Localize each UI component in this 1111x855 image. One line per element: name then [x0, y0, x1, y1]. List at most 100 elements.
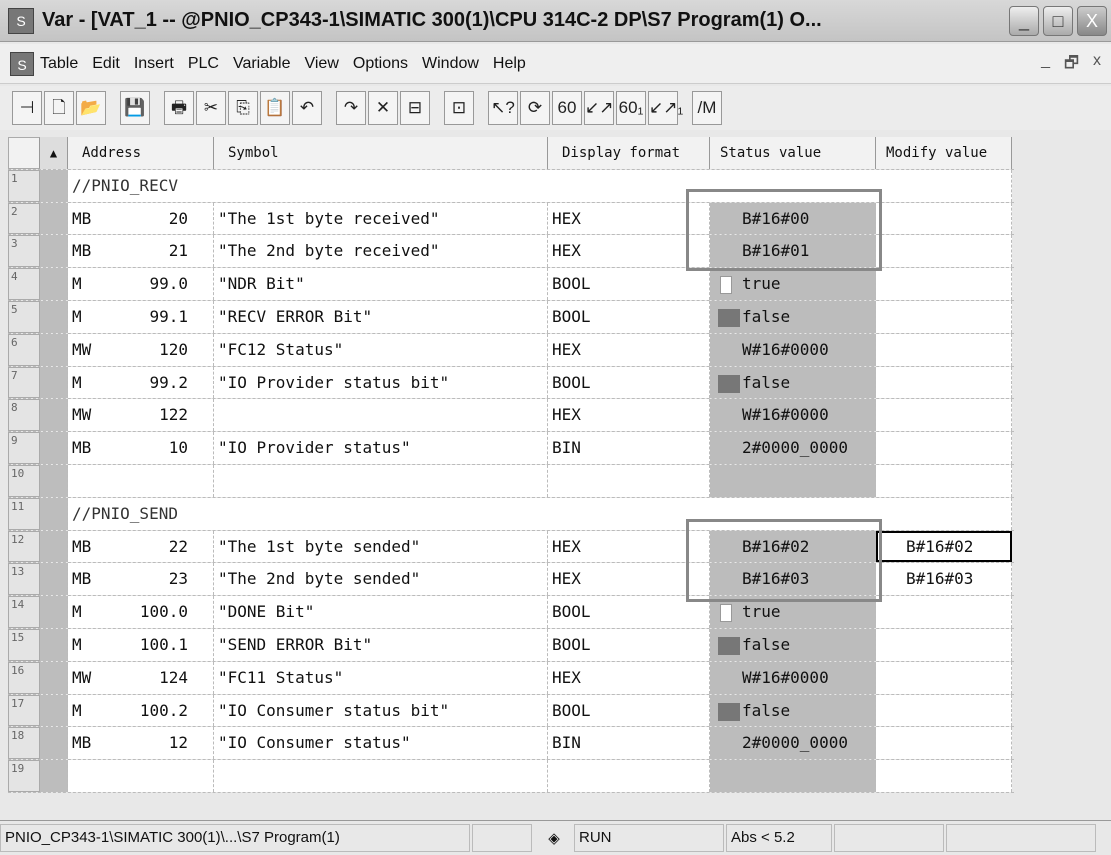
table-row[interactable]: 17 M 100.2 "IO Consumer status bit" BOOL fals…	[8, 694, 1014, 728]
mdi-restore-button[interactable]: 🗗	[1064, 52, 1079, 79]
address-cell[interactable]: MB 22	[68, 530, 214, 563]
menu-plc[interactable]: PLC	[188, 55, 219, 73]
address-cell[interactable]: M 100.0	[68, 596, 214, 628]
address-cell[interactable]: M 99.0	[68, 268, 214, 300]
symbol-cell[interactable]: "DONE Bit"	[214, 596, 548, 628]
address-cell[interactable]: M 99.2	[68, 366, 214, 399]
symbol-cell[interactable]: "The 2nd byte received"	[214, 235, 548, 268]
menu-options[interactable]: Options	[353, 55, 408, 73]
print-icon[interactable]: 🖶	[164, 91, 194, 125]
modify-value-cell[interactable]	[876, 399, 1012, 432]
row-number[interactable]: 9	[8, 432, 40, 464]
table-row[interactable]: 8 MW 122 HEX W#16#0000	[8, 399, 1014, 433]
row-number[interactable]: 8	[8, 399, 40, 432]
address-cell[interactable]: MW 124	[68, 661, 214, 694]
col-address[interactable]: Address	[68, 137, 214, 169]
display-format-cell[interactable]	[548, 464, 710, 497]
symbol-cell[interactable]: "IO Provider status bit"	[214, 366, 548, 399]
row-number[interactable]: 3	[8, 235, 40, 268]
table-row[interactable]: 10	[8, 464, 1014, 498]
table-row[interactable]: 16 MW 124 "FC11 Status" HEX W#16#0000	[8, 661, 1014, 695]
save-icon[interactable]: 💾	[120, 91, 150, 125]
symbol-cell[interactable]: "RECV ERROR Bit"	[214, 300, 548, 333]
table-row[interactable]: 5 M 99.1 "RECV ERROR Bit" BOOL false	[8, 300, 1014, 334]
mdi-close-button[interactable]: x	[1093, 52, 1101, 79]
address-cell[interactable]: MB 21	[68, 235, 214, 268]
display-format-cell[interactable]: BOOL	[548, 628, 710, 661]
symbol-cell[interactable]: "The 2nd byte sended"	[214, 563, 548, 596]
modify-value-cell[interactable]	[876, 333, 1012, 366]
sort-icon[interactable]: ▲	[40, 137, 68, 169]
menu-variable[interactable]: Variable	[233, 55, 291, 73]
table-row[interactable]: 6 MW 120 "FC12 Status" HEX W#16#0000	[8, 333, 1014, 367]
row-number[interactable]: 10	[8, 464, 40, 497]
display-format-cell[interactable]: HEX	[548, 333, 710, 366]
maximize-button[interactable]: □	[1043, 5, 1073, 36]
row-number[interactable]: 12	[8, 530, 40, 563]
display-format-cell[interactable]: BOOL	[548, 268, 710, 300]
minimize-button[interactable]: _	[1009, 5, 1039, 36]
corner-cell[interactable]	[8, 137, 40, 169]
delete-icon[interactable]: ✕	[368, 91, 398, 125]
modify-value-cell[interactable]	[876, 202, 1012, 235]
menu-table[interactable]: Table	[40, 55, 78, 73]
cut-icon[interactable]: ✂	[196, 91, 226, 125]
symbol-cell[interactable]: "The 1st byte sended"	[214, 530, 548, 563]
display-format-cell[interactable]: BOOL	[548, 694, 710, 727]
display-format-cell[interactable]: BOOL	[548, 300, 710, 333]
modify-variables-icon[interactable]: ↙↗	[584, 91, 614, 125]
table-row[interactable]: 9 MB 10 "IO Provider status" BIN 2#0000_0000	[8, 432, 1014, 465]
table-row[interactable]: 18 MB 12 "IO Consumer status" BIN 2#0000_0000	[8, 727, 1014, 761]
row-number[interactable]: 2	[8, 202, 40, 235]
modify-value-cell[interactable]	[876, 235, 1012, 268]
table-row[interactable]: 7 M 99.2 "IO Provider status bit" BOOL false	[8, 366, 1014, 400]
menu-edit[interactable]: Edit	[92, 55, 120, 73]
address-cell[interactable]: M 100.1	[68, 628, 214, 661]
table-row[interactable]: 19	[8, 760, 1014, 793]
open-icon[interactable]: 📂	[76, 91, 106, 125]
address-cell[interactable]	[68, 760, 214, 792]
symbol-cell[interactable]: "The 1st byte received"	[214, 202, 548, 235]
modify-value-cell[interactable]	[876, 694, 1012, 727]
symbol-cell[interactable]: "SEND ERROR Bit"	[214, 628, 548, 661]
row-number[interactable]: 18	[8, 727, 40, 760]
table-row[interactable]: 4 M 99.0 "NDR Bit" BOOL true	[8, 268, 1014, 301]
address-cell[interactable]: MB 10	[68, 432, 214, 464]
row-number[interactable]: 4	[8, 268, 40, 300]
col-modify-value[interactable]: Modify value	[876, 137, 1012, 169]
display-format-cell[interactable]: BOOL	[548, 366, 710, 399]
address-cell[interactable]: MB 12	[68, 727, 214, 760]
pin-icon[interactable]: ⊣	[12, 91, 42, 125]
modify-value-cell[interactable]	[876, 268, 1012, 300]
row-number[interactable]: 1	[8, 169, 40, 202]
symbol-cell[interactable]	[214, 760, 548, 792]
new-icon[interactable]: 🗋	[44, 91, 74, 125]
menu-window[interactable]: Window	[422, 55, 479, 73]
symbol-cell[interactable]	[214, 464, 548, 497]
mdi-minimize-button[interactable]: _	[1041, 52, 1050, 79]
menu-view[interactable]: View	[304, 55, 338, 73]
activate-modify-icon[interactable]: ↙↗₁	[648, 91, 683, 125]
modify-value-cell[interactable]	[876, 464, 1012, 497]
help-context-icon[interactable]: ↖?	[488, 91, 518, 125]
modify-value-cell[interactable]	[876, 432, 1012, 464]
redo-icon[interactable]: ↷	[336, 91, 366, 125]
row-number[interactable]: 16	[8, 661, 40, 694]
table-row[interactable]: 15 M 100.1 "SEND ERROR Bit" BOOL false	[8, 628, 1014, 662]
modify-value-cell[interactable]	[876, 661, 1012, 694]
modify-value-cell[interactable]: B#16#03	[876, 563, 1012, 596]
modify-value-cell[interactable]	[876, 596, 1012, 628]
col-status-value[interactable]: Status value	[710, 137, 876, 169]
address-cell[interactable]: MW 120	[68, 333, 214, 366]
display-format-cell[interactable]: BIN	[548, 432, 710, 464]
monitor-connect-icon[interactable]: ⊟	[400, 91, 430, 125]
address-cell[interactable]: MB 20	[68, 202, 214, 235]
display-format-cell[interactable]: HEX	[548, 399, 710, 432]
copy-icon[interactable]: ⎘	[228, 91, 258, 125]
address-cell[interactable]	[68, 464, 214, 497]
display-format-cell[interactable]	[548, 760, 710, 792]
display-format-cell[interactable]: BIN	[548, 727, 710, 760]
force-icon[interactable]: /M	[692, 91, 722, 125]
modify-value-cell[interactable]	[876, 366, 1012, 399]
display-format-cell[interactable]: HEX	[548, 661, 710, 694]
